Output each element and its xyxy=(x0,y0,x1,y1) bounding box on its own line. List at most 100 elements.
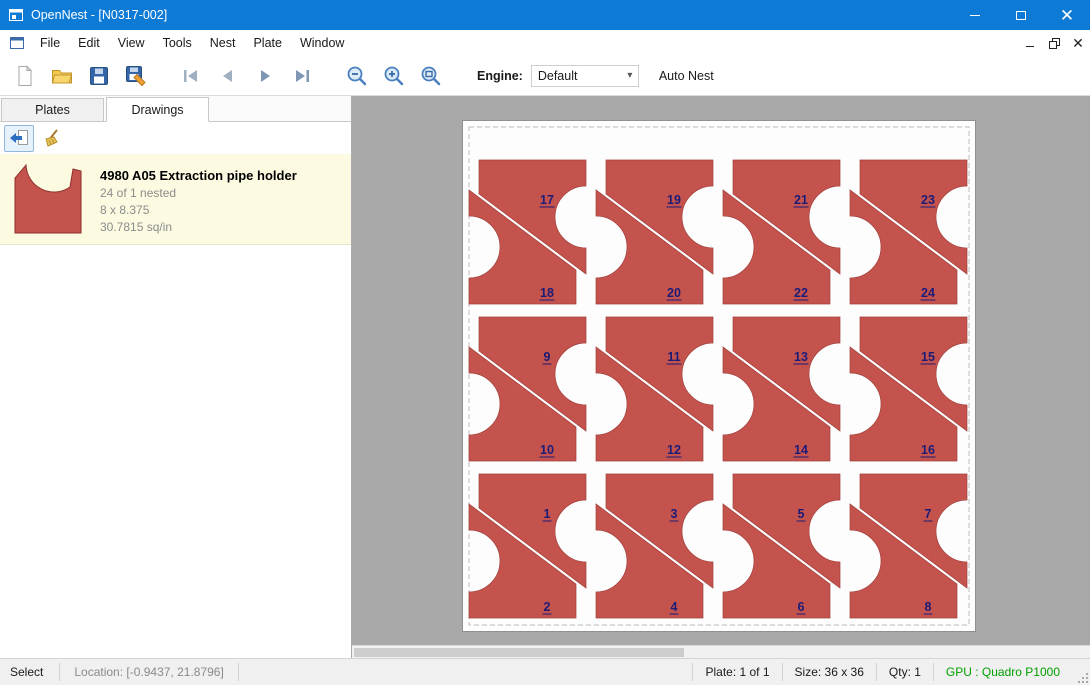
part-number-label: 23 xyxy=(921,193,935,207)
new-file-icon xyxy=(15,65,35,87)
zoom-in-icon xyxy=(383,65,405,87)
menu-edit[interactable]: Edit xyxy=(69,30,109,56)
previous-plate-button[interactable] xyxy=(213,62,243,90)
part-number-label: 17 xyxy=(540,193,554,207)
return-drawing-button[interactable] xyxy=(4,125,34,152)
previous-arrow-icon xyxy=(218,66,238,86)
plate: 171819202122232491011121314151612345678 xyxy=(462,120,976,637)
engine-label: Engine: xyxy=(477,69,523,83)
first-arrow-icon xyxy=(181,66,201,86)
status-location: Location: [-0.9437, 21.8796] xyxy=(60,665,237,679)
zoom-fit-button[interactable] xyxy=(416,62,446,90)
part-number-label: 2 xyxy=(544,600,551,614)
zoom-out-icon xyxy=(346,65,368,87)
drawing-nested-count: 24 of 1 nested xyxy=(100,186,297,200)
menu-tools[interactable]: Tools xyxy=(154,30,201,56)
last-plate-button[interactable] xyxy=(287,62,317,90)
status-plate: Plate: 1 of 1 xyxy=(693,665,781,679)
engine-value: Default xyxy=(532,69,622,83)
drawing-list-empty-area xyxy=(0,245,351,658)
part-number-label: 5 xyxy=(798,507,805,521)
maximize-button[interactable] xyxy=(998,0,1044,30)
panel-tabs: Plates Drawings xyxy=(0,96,351,122)
side-panel: Plates Drawings xyxy=(0,96,352,658)
drawing-title: 4980 A05 Extraction pipe holder xyxy=(100,168,297,183)
zoom-fit-icon xyxy=(420,65,442,87)
mdi-minimize-icon xyxy=(1026,46,1034,47)
drawing-list-item[interactable]: 4980 A05 Extraction pipe holder 24 of 1 … xyxy=(0,154,351,245)
status-size: Size: 36 x 36 xyxy=(783,665,876,679)
save-button[interactable] xyxy=(84,62,114,90)
mdi-minimize-button[interactable] xyxy=(1018,32,1042,54)
drawing-area: 30.7815 sq/in xyxy=(100,220,297,234)
mdi-restore-icon xyxy=(1049,38,1060,49)
drawings-toolbar xyxy=(0,122,351,154)
close-button[interactable]: ✕ xyxy=(1044,0,1090,30)
part-number-label: 11 xyxy=(667,350,680,364)
tab-drawings[interactable]: Drawings xyxy=(106,97,209,122)
clean-button[interactable] xyxy=(37,125,67,152)
tab-plates[interactable]: Plates xyxy=(1,98,104,121)
return-arrow-page-icon xyxy=(9,129,29,147)
document-window-icon xyxy=(9,35,25,51)
part-number-label: 15 xyxy=(921,350,935,364)
part-number-label: 22 xyxy=(794,286,808,300)
part-number-label: 6 xyxy=(798,600,805,614)
minimize-icon xyxy=(970,15,980,16)
part-number-label: 12 xyxy=(667,443,681,457)
close-icon: ✕ xyxy=(1060,7,1074,24)
save-floppy-icon xyxy=(89,66,109,86)
part-number-label: 16 xyxy=(921,443,935,457)
zoom-in-button[interactable] xyxy=(379,62,409,90)
part-number-label: 20 xyxy=(667,286,681,300)
status-qty: Qty: 1 xyxy=(877,665,933,679)
menu-view[interactable]: View xyxy=(109,30,154,56)
mdi-close-button[interactable]: ✕ xyxy=(1066,32,1090,54)
status-bar: Select Location: [-0.9437, 21.8796] Plat… xyxy=(0,658,1090,685)
part-number-label: 7 xyxy=(925,507,932,521)
drawing-size: 8 x 8.375 xyxy=(100,203,297,217)
new-button[interactable] xyxy=(10,62,40,90)
part-number-label: 14 xyxy=(794,443,808,457)
next-arrow-icon xyxy=(255,66,275,86)
scrollbar-thumb[interactable] xyxy=(354,648,684,657)
menu-window[interactable]: Window xyxy=(291,30,353,56)
menu-bar: File Edit View Tools Nest Plate Window ✕ xyxy=(0,30,1090,56)
mdi-close-icon: ✕ xyxy=(1072,35,1084,52)
menu-file[interactable]: File xyxy=(31,30,69,56)
horizontal-scrollbar[interactable] xyxy=(352,645,1090,658)
mdi-restore-button[interactable] xyxy=(1042,32,1066,54)
part-number-label: 9 xyxy=(544,350,551,364)
first-plate-button[interactable] xyxy=(176,62,206,90)
part-number-label: 21 xyxy=(794,193,808,207)
open-folder-icon xyxy=(51,65,73,87)
status-gpu: GPU : Quadro P1000 xyxy=(934,665,1072,679)
part-number-label: 8 xyxy=(925,600,932,614)
zoom-out-button[interactable] xyxy=(342,62,372,90)
nest-canvas[interactable]: 171819202122232491011121314151612345678 xyxy=(352,96,1090,658)
engine-combobox[interactable]: Default ▾ xyxy=(531,65,639,87)
chevron-down-icon: ▾ xyxy=(622,70,638,81)
main-toolbar: Engine: Default ▾ Auto Nest xyxy=(0,56,1090,96)
part-number-label: 24 xyxy=(921,286,935,300)
resize-grip[interactable] xyxy=(1075,670,1088,683)
open-button[interactable] xyxy=(47,62,77,90)
part-number-label: 1 xyxy=(544,507,551,521)
minimize-button[interactable] xyxy=(952,0,998,30)
title-bar: OpenNest - [N0317-002] ✕ xyxy=(0,0,1090,30)
part-thumbnail xyxy=(8,162,88,236)
part-number-label: 19 xyxy=(667,193,681,207)
part-number-label: 4 xyxy=(671,600,678,614)
last-arrow-icon xyxy=(292,66,312,86)
status-mode: Select xyxy=(0,665,59,679)
part-number-label: 3 xyxy=(671,507,678,521)
broom-icon xyxy=(42,128,62,148)
menu-nest[interactable]: Nest xyxy=(201,30,245,56)
part-number-label: 13 xyxy=(794,350,808,364)
next-plate-button[interactable] xyxy=(250,62,280,90)
part-number-label: 18 xyxy=(540,286,554,300)
menu-plate[interactable]: Plate xyxy=(244,30,291,56)
maximize-icon xyxy=(1016,11,1026,20)
auto-nest-button[interactable]: Auto Nest xyxy=(659,69,714,83)
save-as-button[interactable] xyxy=(121,62,151,90)
